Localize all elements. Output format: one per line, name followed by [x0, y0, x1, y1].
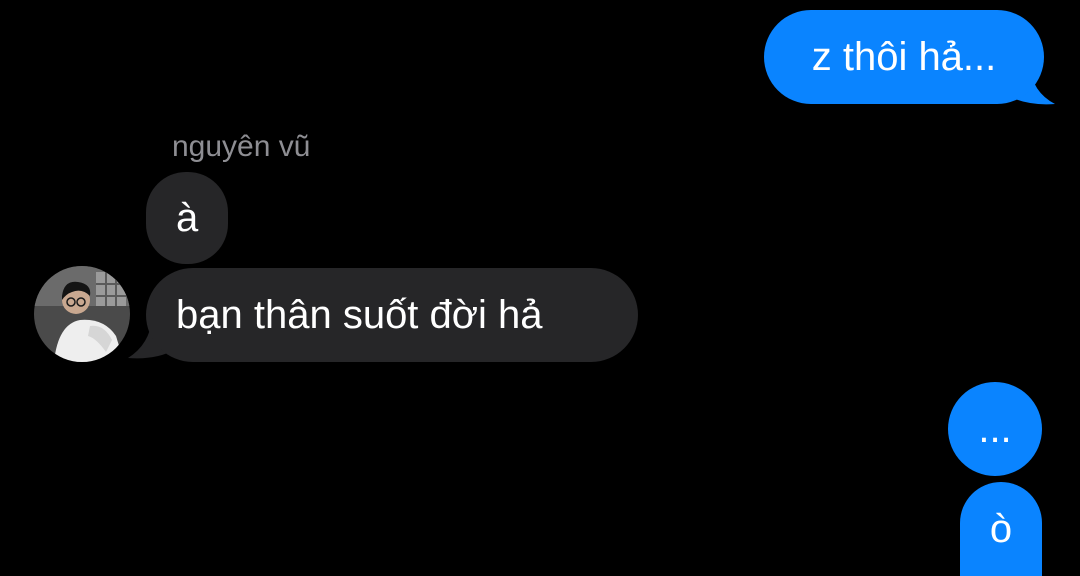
- message-thread[interactable]: z thôi hả... nguyên vũ à bạn thân suốt đ…: [0, 0, 1080, 576]
- message-bubble-outgoing[interactable]: ...: [948, 382, 1042, 476]
- message-bubble-incoming[interactable]: bạn thân suốt đời hả: [146, 268, 638, 362]
- message-text: z thôi hả...: [811, 35, 997, 79]
- message-text: ò: [989, 507, 1013, 551]
- message-bubble-outgoing[interactable]: z thôi hả...: [764, 10, 1044, 104]
- sender-name: nguyên vũ: [172, 130, 311, 163]
- avatar-photo-icon: [34, 266, 130, 362]
- contact-avatar[interactable]: [34, 266, 130, 362]
- message-text: ...: [978, 407, 1012, 451]
- message-bubble-incoming[interactable]: à: [146, 172, 228, 264]
- message-text: bạn thân suốt đời hả: [176, 293, 543, 337]
- message-bubble-outgoing[interactable]: ò: [960, 482, 1042, 576]
- message-text: à: [176, 196, 199, 240]
